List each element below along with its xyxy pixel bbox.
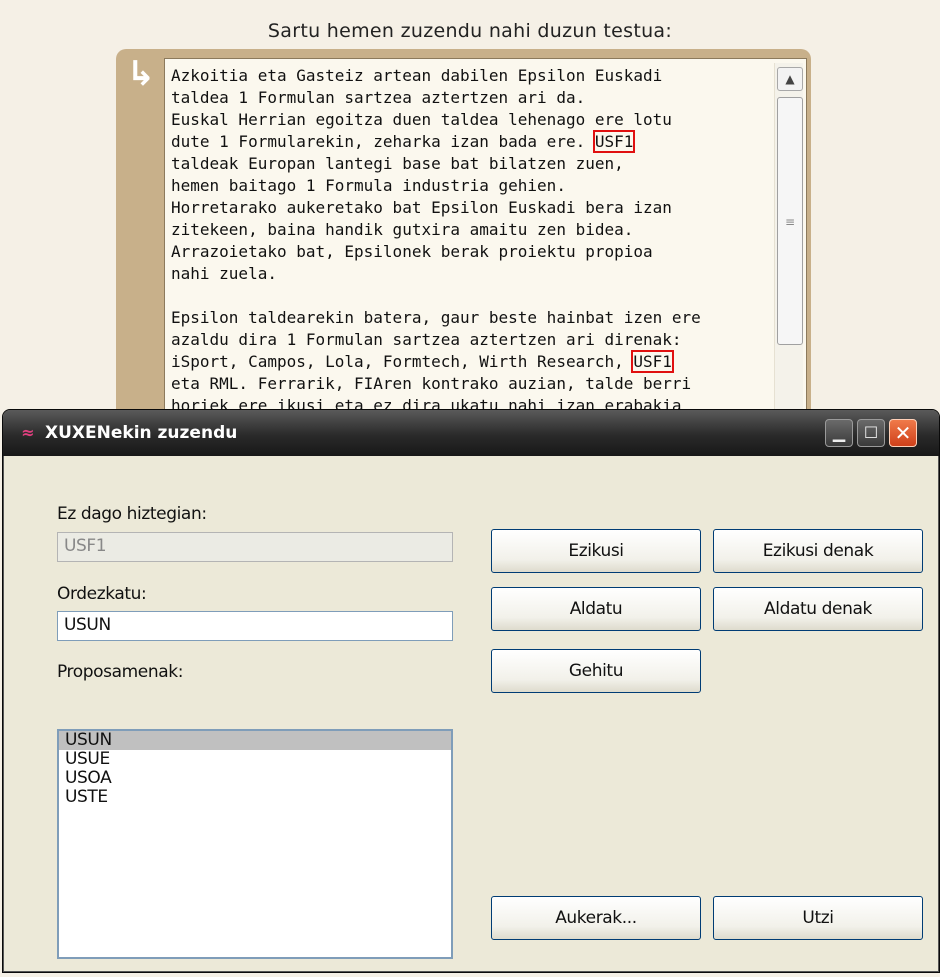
editor-line: Horretarako aukeretako bat Epsilon Euska… [171,198,672,217]
spellcheck-dialog: ≈ XUXENekin zuzendu ▁ ☐ ✕ Ez dago hizteg… [2,409,940,973]
dialog-body: Ez dago hiztegian: USF1 Ordezkatu: USUN … [5,456,935,970]
editor-line: zitekeen, baina handik gutxira amaitu ze… [171,220,634,239]
replace-input[interactable]: USUN [57,611,453,641]
editor-line: hemen baitago 1 Formula industria gehien… [171,176,566,195]
suggestions-label: Proposamenak: [57,662,184,682]
list-item[interactable]: USOA [59,769,451,788]
editor-line: taldeak Europan lantegi base bat bilatze… [171,154,624,173]
prompt-label: Sartu hemen zuzendu nahi duzun testua: [267,20,673,42]
editor-text[interactable]: Azkoitia eta Gasteiz artean dabilen Epsi… [171,65,767,417]
add-button[interactable]: Gehitu [491,649,701,693]
cancel-button[interactable]: Utzi [713,896,923,940]
not-in-dictionary-field: USF1 [57,532,453,562]
editor-line: nahi zuela. [171,264,277,283]
editor-line: eta RML. Ferrarik, FIAren kontrako auzia… [171,374,692,393]
close-button[interactable]: ✕ [889,419,917,447]
not-in-dictionary-label: Ez dago hiztegian: [57,504,207,524]
dialog-titlebar[interactable]: ≈ XUXENekin zuzendu ▁ ☐ ✕ [3,410,939,456]
grip-icon: ≡ [784,215,796,229]
maximize-button[interactable]: ☐ [857,419,885,447]
editor-line: taldea 1 Formulan sartzea aztertzen ari … [171,88,586,107]
editor-line: Euskal Herrian egoitza duen taldea lehen… [171,110,672,129]
editor-line: Epsilon taldearekin batera, gaur beste h… [171,308,701,327]
scroll-thumb[interactable]: ≡ [777,97,803,345]
replace-label: Ordezkatu: [57,584,147,604]
editor-line: Arrazoietako bat, Epsilonek berak proiek… [171,242,653,261]
text-editor[interactable]: Azkoitia eta Gasteiz artean dabilen Epsi… [164,58,807,426]
xuxen-app-icon: ≈ [21,423,35,442]
editor-line: Azkoitia eta Gasteiz artean dabilen Epsi… [171,66,663,85]
editor-scrollbar[interactable]: ▲ ≡ [774,63,803,421]
misspelled-word[interactable]: USF1 [631,350,674,373]
editor-line: azaldu dira 1 Formulan sartzea aztertzen… [171,330,682,349]
change-all-button[interactable]: Aldatu denak [713,587,923,631]
ignore-all-button[interactable]: Ezikusi denak [713,529,923,573]
editor-line: iSport, Campos, Lola, Formtech, Wirth Re… [171,352,634,371]
return-arrow-icon: ↳ [126,54,156,94]
change-button[interactable]: Aldatu [491,587,701,631]
list-item[interactable]: USUE [59,750,451,769]
list-item[interactable]: USUN [59,731,451,750]
suggestions-list[interactable]: USUN USUE USOA USTE [57,729,453,959]
options-button[interactable]: Aukerak... [491,896,701,940]
list-item[interactable]: USTE [59,788,451,807]
misspelled-word[interactable]: USF1 [592,130,636,153]
scroll-up-icon[interactable]: ▲ [777,67,803,91]
ignore-button[interactable]: Ezikusi [491,529,701,573]
dialog-title: XUXENekin zuzendu [45,423,238,443]
editor-line: dute 1 Formularekin, zeharka izan bada e… [171,132,595,151]
minimize-button[interactable]: ▁ [825,419,853,447]
